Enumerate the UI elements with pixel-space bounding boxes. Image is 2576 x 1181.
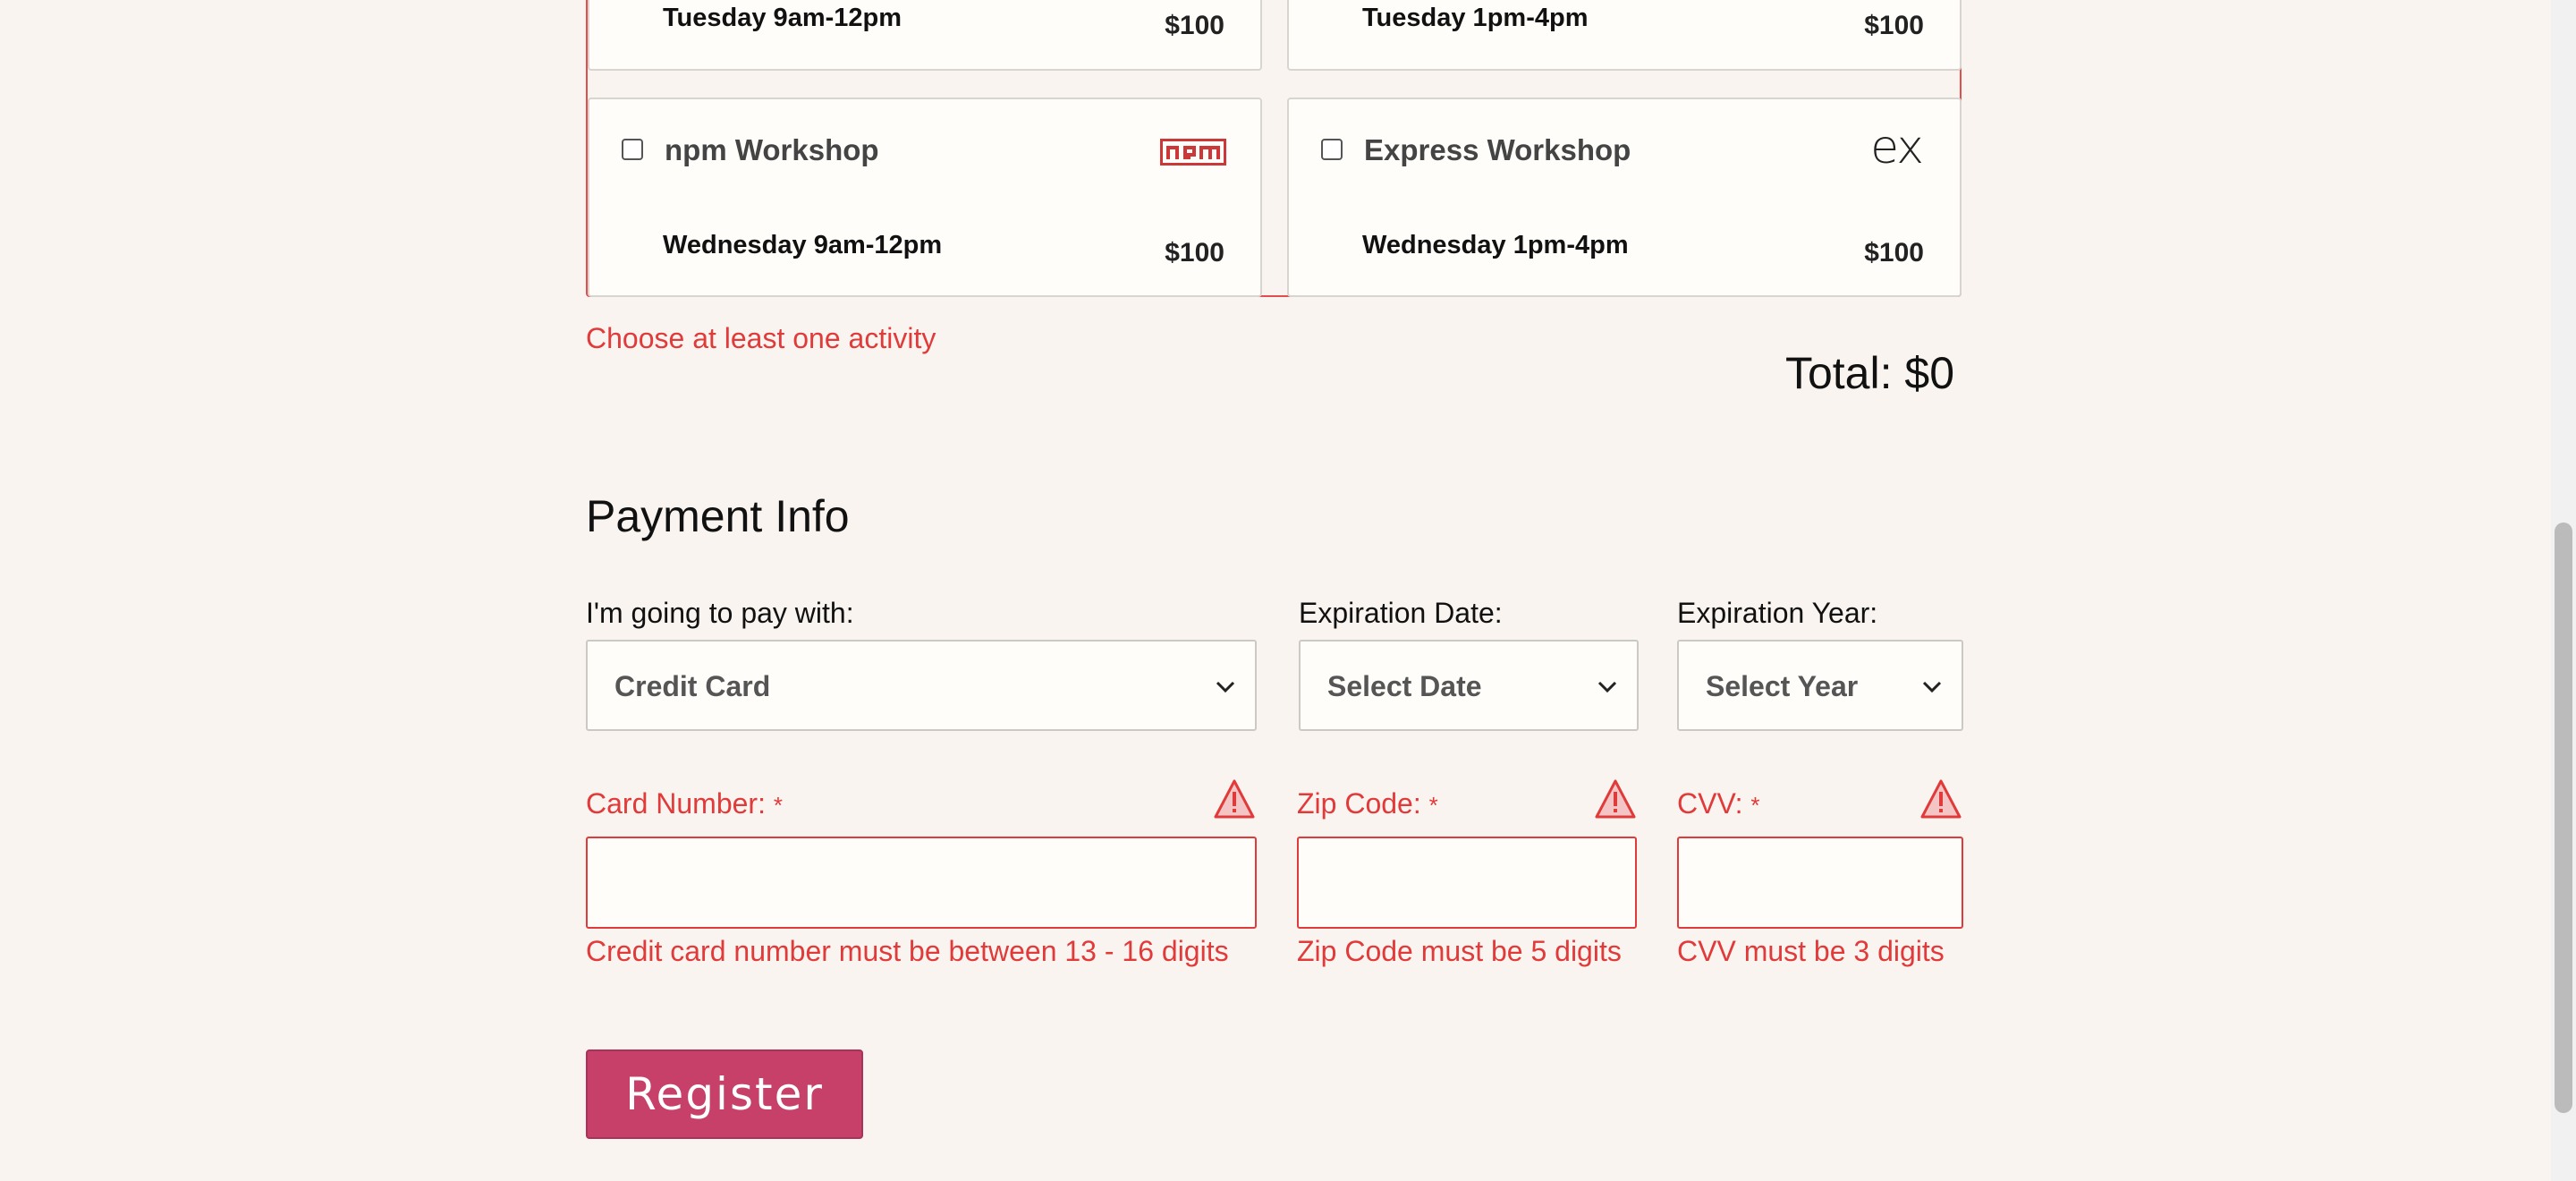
exp-year-select[interactable]: Select Year (1677, 640, 1963, 731)
exp-year-label: Expiration Year: (1677, 597, 1878, 629)
npm-workshop-checkbox[interactable] (622, 139, 643, 160)
required-asterisk: * (1428, 792, 1438, 819)
warning-icon (1920, 779, 1962, 819)
activities-fieldset: Tuesday 9am-12pm $100 Tuesday 1pm-4pm $1… (586, 0, 1962, 297)
activity-card-npm[interactable]: npm Workshop Wednesday 9am-12pm $100 (588, 98, 1262, 297)
payment-info-heading: Payment Info (586, 491, 850, 541)
activity-time: Wednesday 1pm-4pm (1362, 231, 1629, 259)
activity-card-tuesday-afternoon[interactable]: Tuesday 1pm-4pm $100 (1287, 0, 1962, 71)
zip-code-error: Zip Code must be 5 digits (1297, 935, 1622, 967)
exp-date-select[interactable]: Select Date (1299, 640, 1639, 731)
chevron-down-icon (1597, 681, 1617, 693)
activity-time: Wednesday 9am-12pm (663, 231, 943, 259)
express-logo-icon: ex (1870, 121, 1924, 174)
card-number-label: Card Number: * (586, 787, 783, 820)
activity-card-express[interactable]: Express Workshop ex Wednesday 1pm-4pm $1… (1287, 98, 1962, 297)
exp-year-value: Select Year (1706, 670, 1859, 702)
warning-icon (1595, 779, 1636, 819)
card-number-label-text: Card Number: (586, 787, 766, 820)
cvv-label-text: CVV: (1677, 787, 1743, 820)
register-button[interactable]: Register (586, 1049, 863, 1139)
scrollbar-thumb[interactable] (2555, 523, 2572, 1113)
zip-code-label-text: Zip Code: (1297, 787, 1421, 820)
express-workshop-checkbox[interactable] (1321, 139, 1343, 160)
activity-price: $100 (1165, 11, 1224, 40)
chevron-down-icon (1216, 681, 1235, 693)
cvv-label: CVV: * (1677, 787, 1760, 820)
card-number-error: Credit card number must be between 13 - … (586, 935, 1229, 967)
required-asterisk: * (1750, 792, 1760, 819)
payment-method-value: Credit Card (614, 670, 771, 702)
total-cost: Total: $0 (1784, 348, 1954, 398)
cvv-error: CVV must be 3 digits (1677, 935, 1945, 967)
card-number-input[interactable] (586, 837, 1257, 929)
chevron-down-icon (1922, 681, 1942, 693)
activities-error: Choose at least one activity (586, 322, 936, 354)
activity-time: Tuesday 9am-12pm (663, 4, 902, 32)
activity-price: $100 (1864, 238, 1924, 268)
activity-time: Tuesday 1pm-4pm (1362, 4, 1589, 32)
exp-date-value: Select Date (1327, 670, 1482, 702)
cvv-input[interactable] (1677, 837, 1963, 929)
npm-logo-icon (1160, 139, 1226, 170)
activity-price: $100 (1165, 238, 1224, 268)
zip-code-input[interactable] (1297, 837, 1637, 929)
payment-method-select[interactable]: Credit Card (586, 640, 1257, 731)
warning-icon (1214, 779, 1255, 819)
exp-date-label: Expiration Date: (1299, 597, 1503, 629)
activity-name: npm Workshop (665, 133, 879, 166)
activity-price: $100 (1864, 11, 1924, 40)
payment-method-label: I'm going to pay with: (586, 597, 854, 629)
activity-card-tuesday-morning[interactable]: Tuesday 9am-12pm $100 (588, 0, 1262, 71)
activity-name: Express Workshop (1364, 133, 1631, 166)
page-scrollbar[interactable] (2551, 0, 2576, 1181)
required-asterisk: * (773, 792, 783, 819)
zip-code-label: Zip Code: * (1297, 787, 1438, 820)
